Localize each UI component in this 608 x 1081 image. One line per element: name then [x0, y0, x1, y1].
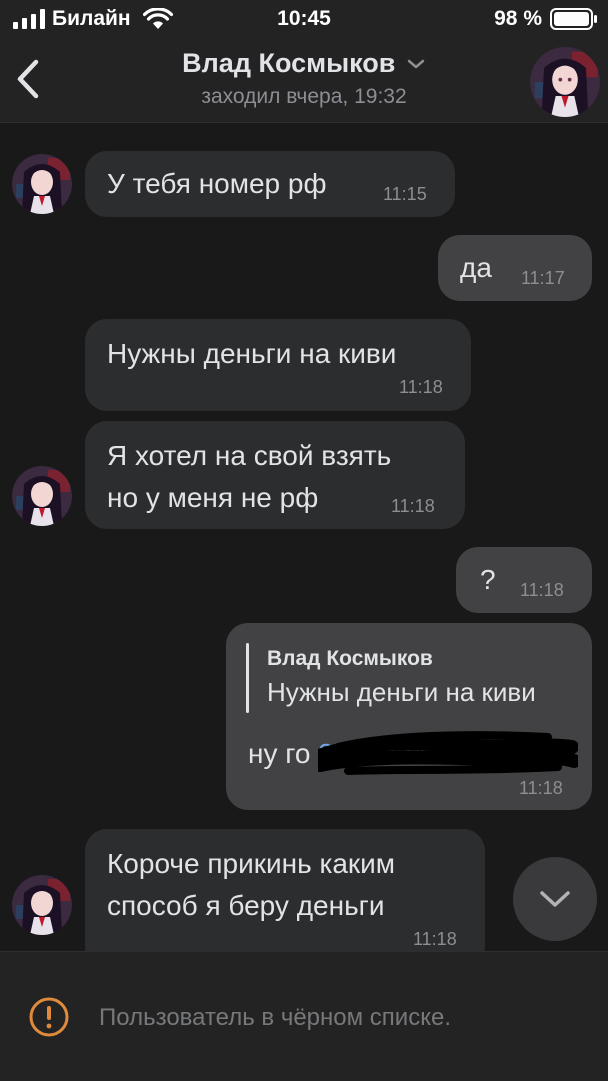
message-text-line: способ я беру деньги — [107, 890, 385, 921]
message-text-line: Короче прикинь каким — [107, 848, 396, 879]
message-text: да — [460, 252, 492, 283]
contact-name: Влад Космыков — [182, 48, 396, 78]
avatar[interactable] — [12, 466, 72, 526]
message-bubble-outgoing-reply[interactable]: Влад Космыков Нужны деньги на киви ну го… — [226, 623, 592, 810]
warning-icon — [29, 997, 69, 1037]
quote-bar — [246, 643, 249, 713]
header-avatar[interactable] — [530, 47, 600, 117]
message-time: 11:15 — [383, 184, 427, 204]
avatar-image — [12, 154, 72, 214]
chat-header: Билайн 10:45 98 % Влад Космыков заходил … — [0, 0, 608, 123]
quote-text: Нужны деньги на киви — [267, 677, 536, 707]
avatar[interactable] — [12, 875, 72, 935]
message-text: Нужны деньги на киви — [107, 338, 397, 369]
chevron-down-icon — [407, 59, 425, 68]
message-time: 11:18 — [399, 377, 443, 397]
message-bubble-incoming[interactable]: Я хотел на свой взять но у меня не рф 11… — [85, 421, 465, 529]
message-bubble-outgoing[interactable]: да 11:17 — [438, 235, 592, 301]
message-bubble-incoming[interactable]: Нужны деньги на киви 11:18 — [85, 319, 471, 411]
message-text: ? — [480, 564, 496, 595]
message-bubble-outgoing[interactable]: ? 11:18 — [456, 547, 592, 613]
scroll-to-bottom-button[interactable] — [513, 857, 597, 941]
message-time: 11:18 — [520, 580, 564, 600]
message-time: 11:17 — [521, 268, 565, 288]
avatar-image — [530, 47, 600, 117]
battery-icon — [550, 8, 597, 30]
avatar[interactable] — [12, 154, 72, 214]
back-icon[interactable] — [12, 56, 46, 102]
message-bubble-incoming[interactable]: Короче прикинь каким способ я беру деньг… — [85, 829, 485, 969]
status-bar: Билайн 10:45 98 % — [0, 0, 608, 38]
message-text: У тебя номер рф — [107, 168, 327, 199]
battery-percentage: 98 % — [494, 7, 542, 30]
redaction-scribble — [318, 731, 578, 775]
chat-title[interactable]: Влад Космыков заходил вчера, 19:32 — [120, 48, 488, 109]
avatar-image — [12, 875, 72, 935]
chevron-down-icon — [540, 891, 570, 907]
avatar-image — [12, 466, 72, 526]
last-seen-status: заходил вчера, 19:32 — [201, 85, 407, 108]
message-time: 11:18 — [519, 778, 563, 798]
blocked-notice-text: Пользователь в чёрном списке. — [99, 1004, 451, 1031]
message-text-line: но у меня не рф — [107, 482, 319, 513]
blocked-notice-bar: Пользователь в чёрном списке. — [0, 951, 608, 1081]
message-time: 11:18 — [413, 929, 457, 949]
message-bubble-incoming[interactable]: У тебя номер рф 11:15 — [85, 151, 455, 217]
message-time: 11:18 — [391, 496, 435, 516]
message-text: ну го — [248, 738, 311, 769]
quote-author: Влад Космыков — [267, 647, 433, 670]
message-text-line: Я хотел на свой взять — [107, 440, 392, 471]
